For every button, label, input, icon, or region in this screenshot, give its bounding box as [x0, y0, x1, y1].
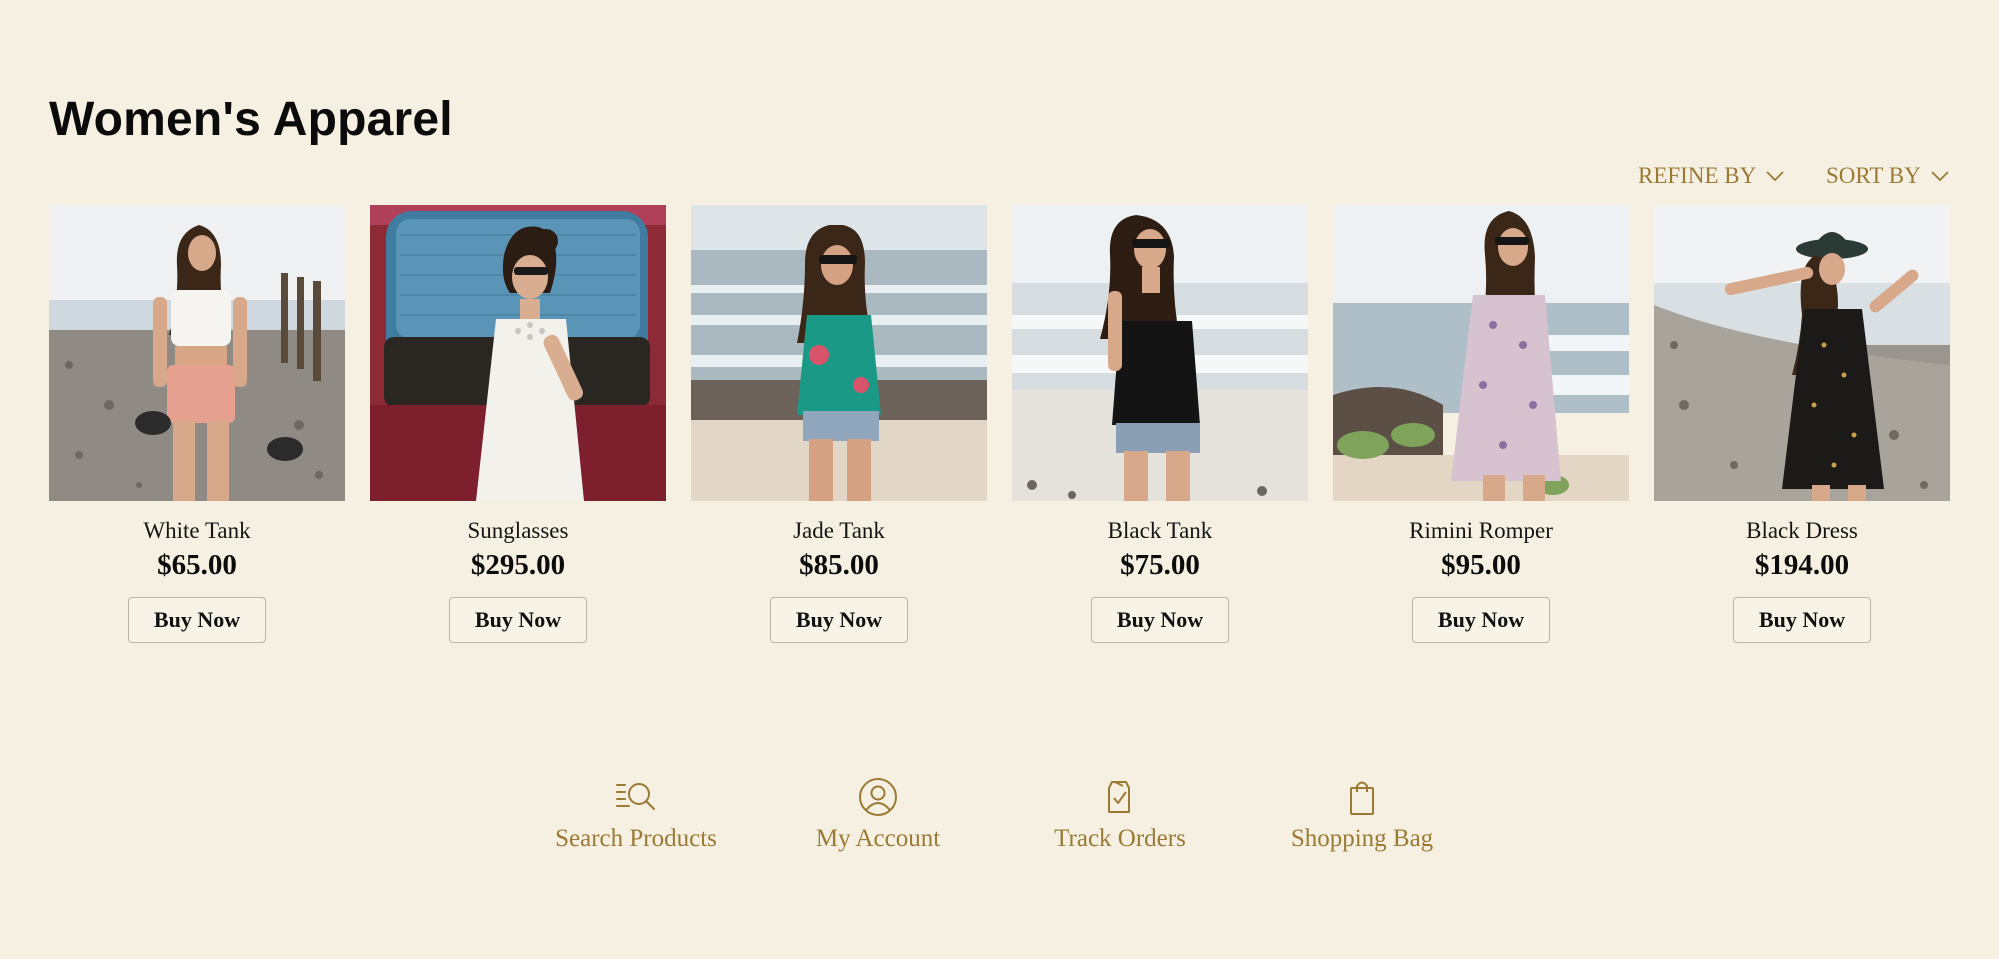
buy-now-button[interactable]: Buy Now [128, 597, 266, 643]
product-price: $65.00 [157, 549, 237, 581]
search-list-icon [616, 783, 655, 810]
product-name: White Tank [143, 518, 251, 543]
nav-label: Track Orders [1054, 825, 1186, 852]
product-name: Black Dress [1746, 518, 1858, 543]
product-name: Jade Tank [793, 518, 885, 543]
product-image[interactable] [1012, 205, 1308, 501]
product-grid: White Tank $65.00 Buy Now Sunglasses $29… [49, 205, 1951, 655]
buy-now-button[interactable]: Buy Now [1091, 597, 1229, 643]
nav-label: Search Products [555, 825, 717, 852]
nav-label: My Account [815, 825, 941, 852]
refine-by-dropdown[interactable]: REFINE BY [1638, 158, 1784, 194]
product-card: White Tank $65.00 Buy Now [49, 205, 345, 655]
product-name: Rimini Romper [1409, 518, 1553, 543]
page-title: Women's Apparel [49, 93, 453, 146]
sort-by-label: SORT BY [1826, 163, 1921, 188]
nav-shopping-bag[interactable]: Shopping Bag [1252, 776, 1472, 866]
shopping-bag-icon [1350, 781, 1374, 815]
nav-search-products[interactable]: Search Products [526, 776, 746, 866]
product-image[interactable] [1654, 205, 1950, 501]
product-card: Sunglasses $295.00 Buy Now [370, 205, 666, 655]
product-price: $85.00 [799, 549, 879, 581]
product-image[interactable] [49, 205, 345, 501]
buy-now-button[interactable]: Buy Now [1733, 597, 1871, 643]
bottom-navigation: Search Products My Account Track Orders [0, 776, 1999, 866]
product-price: $295.00 [470, 549, 566, 581]
buy-now-button[interactable]: Buy Now [449, 597, 587, 643]
product-card: Black Dress $194.00 Buy Now [1654, 205, 1950, 655]
nav-track-orders[interactable]: Track Orders [1010, 776, 1230, 866]
buy-now-button[interactable]: Buy Now [770, 597, 908, 643]
product-price: $95.00 [1441, 549, 1521, 581]
clipboard-check-icon [1108, 781, 1130, 813]
product-name: Black Tank [1107, 518, 1213, 543]
sort-by-dropdown[interactable]: SORT BY [1826, 158, 1949, 194]
product-image[interactable] [1333, 205, 1629, 501]
nav-label: Shopping Bag [1290, 825, 1434, 852]
product-image[interactable] [691, 205, 987, 501]
user-circle-icon [859, 778, 897, 816]
product-card: Rimini Romper $95.00 Buy Now [1333, 205, 1629, 655]
nav-my-account[interactable]: My Account [768, 776, 988, 866]
buy-now-button[interactable]: Buy Now [1412, 597, 1550, 643]
product-price: $75.00 [1120, 549, 1200, 581]
product-card: Black Tank $75.00 Buy Now [1012, 205, 1308, 655]
chevron-down-icon [1931, 170, 1949, 182]
product-image[interactable] [370, 205, 666, 501]
refine-by-label: REFINE BY [1638, 163, 1757, 188]
product-card: Jade Tank $85.00 Buy Now [691, 205, 987, 655]
product-price: $194.00 [1754, 549, 1850, 581]
product-name: Sunglasses [467, 518, 569, 543]
chevron-down-icon [1766, 170, 1784, 182]
